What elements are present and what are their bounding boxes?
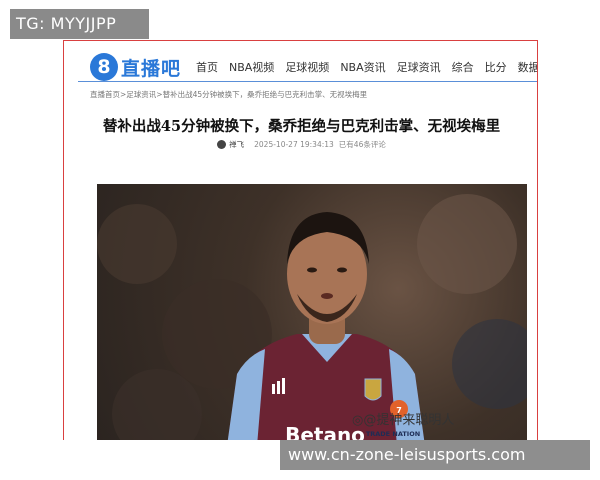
photo-watermark: ◎@提神来聪明人 <box>352 409 454 428</box>
nav-item-football-news[interactable]: 足球资讯 <box>397 59 441 75</box>
nav-item-football-video[interactable]: 足球视频 <box>285 59 329 75</box>
main-nav: 首页 NBA视频 足球视频 NBA资讯 足球资讯 综合 比分 数据 资料 个人 <box>196 59 537 75</box>
tg-label: TG: MYYJJPP <box>10 9 149 39</box>
author-name[interactable]: 禅飞 <box>229 139 244 150</box>
logo-badge: 8 <box>90 53 118 81</box>
nav-item-home[interactable]: 首页 <box>196 59 218 75</box>
publish-time: 2025-10-27 19:34:13 <box>254 140 334 149</box>
nav-item-nba-video[interactable]: NBA视频 <box>229 59 274 75</box>
watermark-text: @提神来聪明人 <box>363 413 455 428</box>
logo-text: 直播吧 <box>121 57 182 80</box>
article-meta: 禅飞 2025-10-27 19:34:13 已有46条评论 <box>64 139 537 150</box>
camera-icon: ◎ <box>352 413 364 428</box>
nav-item-data[interactable]: 数据 <box>518 59 537 75</box>
site-header: 8 直播吧 首页 NBA视频 足球视频 NBA资讯 足球资讯 综合 比分 数据 … <box>64 49 537 85</box>
nav-item-general[interactable]: 综合 <box>452 59 474 75</box>
article-title: 替补出战45分钟被换下，桑乔拒绝与巴克利击掌、无视埃梅里 <box>102 118 501 135</box>
breadcrumb[interactable]: 直播首页>足球资讯>替补出战45分钟被换下，桑乔拒绝与巴克利击掌、无视埃梅里 <box>90 89 367 100</box>
player-photo-illustration: 7 TRADE NATION Betano <box>97 194 527 440</box>
nav-divider <box>78 81 537 82</box>
author-avatar[interactable] <box>217 140 227 149</box>
article-frame: 8 直播吧 首页 NBA视频 足球视频 NBA资讯 足球资讯 综合 比分 数据 … <box>63 40 538 440</box>
nav-item-scores[interactable]: 比分 <box>485 59 507 75</box>
comment-count[interactable]: 已有46条评论 <box>339 139 386 150</box>
url-banner: www.cn-zone-leisusports.com <box>280 440 590 470</box>
site-logo[interactable]: 8 直播吧 <box>90 52 181 82</box>
article-photo: 7 TRADE NATION Betano <box>97 184 527 440</box>
sleeve-sponsor-text: TRADE NATION <box>366 430 420 438</box>
nav-item-nba-news[interactable]: NBA资讯 <box>340 59 385 75</box>
